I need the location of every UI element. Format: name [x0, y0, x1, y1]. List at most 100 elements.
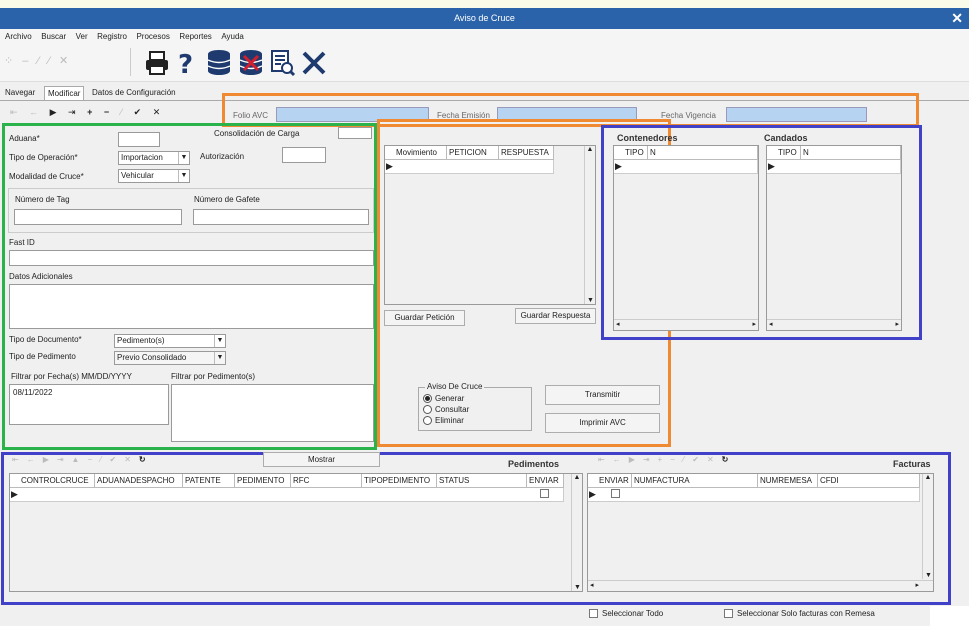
pedimentos-col-aduanadespacho[interactable]: ADUANADESPACHO [95, 474, 183, 488]
contenedores-row[interactable]: ▶ [614, 160, 758, 174]
database-delete-icon[interactable] [238, 49, 264, 77]
nav-next-button[interactable]: ▶ [50, 107, 57, 117]
radio-consultar[interactable]: Consultar [423, 405, 469, 415]
menu-ayuda[interactable]: Ayuda [221, 29, 244, 44]
peticion-row[interactable]: ▶ [385, 160, 554, 174]
facturas-scrollbar[interactable]: ▲ ▼ [922, 474, 933, 579]
guardar-peticion-button[interactable]: Guardar Petición [384, 310, 465, 326]
nav-last-button[interactable]: ⇥ [68, 107, 76, 117]
tab-datos-configuracion[interactable]: Datos de Configuración [89, 86, 179, 100]
menu-reportes[interactable]: Reportes [179, 29, 211, 44]
transmitir-button[interactable]: Transmitir [545, 385, 660, 405]
filtrar-fecha-field[interactable]: 08/11/2022 [9, 384, 169, 425]
peticion-col-peticion[interactable]: PETICION [447, 146, 499, 160]
radio-eliminar[interactable]: Eliminar [423, 416, 464, 426]
printer-icon[interactable] [144, 50, 170, 76]
numero-gafete-field[interactable] [193, 209, 369, 225]
pedimentos-col-status[interactable]: STATUS [437, 474, 527, 488]
nav-first-button[interactable]: ⇤ [10, 107, 18, 117]
fast-id-field[interactable] [9, 250, 374, 266]
peticion-col-respuesta[interactable]: RESPUESTA [499, 146, 554, 160]
scroll-down-icon[interactable]: ▼ [587, 297, 594, 304]
candados-col-tipo[interactable]: TIPO [767, 146, 801, 160]
pedimentos-col-rfc[interactable]: RFC [291, 474, 362, 488]
tipo-operacion-select[interactable]: Importacion ▼ [118, 151, 190, 165]
scroll-right-icon[interactable]: ▸ [752, 320, 756, 328]
mostrar-button[interactable]: Mostrar [263, 452, 380, 467]
pedimentos-scrollbar[interactable]: ▲ ▼ [571, 474, 582, 591]
tab-navegar[interactable]: Navegar [2, 86, 38, 100]
datos-adicionales-field[interactable] [9, 284, 374, 329]
facturas-col-numremesa[interactable]: NUMREMESA [758, 474, 818, 488]
enviar-checkbox[interactable] [611, 489, 620, 498]
menu-registro[interactable]: Registro [97, 29, 127, 44]
menu-ver[interactable]: Ver [76, 29, 88, 44]
help-icon[interactable]: ? [176, 49, 196, 77]
enviar-checkbox[interactable] [540, 489, 549, 498]
menu-archivo[interactable]: Archivo [5, 29, 32, 44]
search-report-icon[interactable] [270, 49, 296, 77]
pedimentos-row[interactable]: ▶ [10, 488, 564, 502]
facturas-grid[interactable]: ENVIAR NUMFACTURA NUMREMESA CFDI ▶ ▲ ▼ ◂… [587, 473, 934, 592]
nav-delete-button[interactable]: − [104, 107, 109, 117]
close-x-icon[interactable] [300, 49, 328, 77]
nav-prev-button[interactable]: ← [29, 107, 38, 117]
scroll-down-icon[interactable]: ▼ [574, 584, 581, 591]
menu-buscar[interactable]: Buscar [41, 29, 66, 44]
scroll-left-icon[interactable]: ◂ [590, 582, 594, 589]
tab-modificar[interactable]: Modificar [44, 86, 85, 100]
contenedores-col-n[interactable]: N [648, 146, 758, 160]
radio-generar[interactable]: Generar [423, 394, 464, 404]
candados-grid[interactable]: TIPO N ▶ ◂ ▸ [766, 145, 902, 331]
facturas-col-cfdi[interactable]: CFDI [818, 474, 920, 488]
database-icon[interactable] [206, 49, 232, 77]
nav-cancel-button[interactable]: ✕ [153, 107, 161, 117]
candados-col-n[interactable]: N [801, 146, 901, 160]
tipo-pedimento-select[interactable]: Previo Consolidado ▼ [114, 351, 226, 365]
scroll-up-icon[interactable]: ▲ [925, 474, 932, 481]
peticion-col-movimiento[interactable]: Movimiento [385, 146, 447, 160]
facturas-row[interactable]: ▶ [588, 488, 920, 502]
nav-post-button[interactable]: ✔ [134, 107, 142, 117]
tipo-documento-select[interactable]: Pedimento(s) ▼ [114, 334, 226, 348]
scroll-left-icon[interactable]: ◂ [769, 321, 773, 328]
fecha-vigencia-field[interactable] [726, 107, 867, 122]
pedimentos-col-tipopedimento[interactable]: TIPOPEDIMENTO [362, 474, 437, 488]
scroll-down-icon[interactable]: ▼ [925, 572, 932, 579]
pedimentos-col-controlcruce[interactable]: CONTROLCRUCE [10, 474, 95, 488]
facturas-hscrollbar[interactable]: ◂ ▸ [588, 580, 933, 591]
guardar-respuesta-button[interactable]: Guardar Respuesta [515, 308, 596, 324]
facturas-col-enviar[interactable]: ENVIAR [588, 474, 632, 488]
candados-row[interactable]: ▶ [767, 160, 901, 174]
nav-add-button[interactable]: + [87, 107, 92, 117]
pedimentos-col-patente[interactable]: PATENTE [183, 474, 235, 488]
consolidacion-select[interactable] [338, 127, 372, 139]
scroll-up-icon[interactable]: ▲ [587, 146, 594, 153]
filtrar-pedimento-field[interactable] [171, 384, 374, 442]
numero-tag-field[interactable] [14, 209, 182, 225]
peticion-scrollbar[interactable]: ▲ ▼ [584, 146, 595, 304]
scroll-right-icon[interactable]: ▸ [915, 581, 919, 589]
seleccionar-todo-checkbox[interactable]: Seleccionar Todo [589, 609, 663, 619]
scroll-right-icon[interactable]: ▸ [895, 320, 899, 328]
candados-hscrollbar[interactable]: ◂ ▸ [767, 319, 901, 330]
pedimentos-col-enviar[interactable]: ENVIAR [527, 474, 564, 488]
seleccionar-remesa-checkbox[interactable]: Seleccionar Solo facturas con Remesa [724, 609, 875, 619]
pedimentos-col-pedimento[interactable]: PEDIMENTO [235, 474, 291, 488]
facturas-col-numfactura[interactable]: NUMFACTURA [632, 474, 758, 488]
autorizacion-field[interactable] [282, 147, 326, 163]
menu-procesos[interactable]: Procesos [136, 29, 169, 44]
imprimir-avc-button[interactable]: Imprimir AVC [545, 413, 660, 433]
contenedores-hscrollbar[interactable]: ◂ ▸ [614, 319, 758, 330]
scroll-up-icon[interactable]: ▲ [574, 474, 581, 481]
scroll-left-icon[interactable]: ◂ [616, 321, 620, 328]
modalidad-label: Modalidad de Cruce* [9, 172, 84, 181]
pedimentos-grid[interactable]: CONTROLCRUCE ADUANADESPACHO PATENTE PEDI… [9, 473, 583, 592]
peticion-grid[interactable]: Movimiento PETICION RESPUESTA ▶ ▲ ▼ [384, 145, 596, 305]
contenedores-col-tipo[interactable]: TIPO [614, 146, 648, 160]
nav-edit-button[interactable]: ⁄ [121, 107, 123, 117]
contenedores-grid[interactable]: TIPO N ▶ ◂ ▸ [613, 145, 759, 331]
close-window-icon[interactable]: ✕ [951, 8, 963, 29]
aduana-field[interactable] [118, 132, 160, 147]
modalidad-select[interactable]: Vehicular ▼ [118, 169, 190, 183]
